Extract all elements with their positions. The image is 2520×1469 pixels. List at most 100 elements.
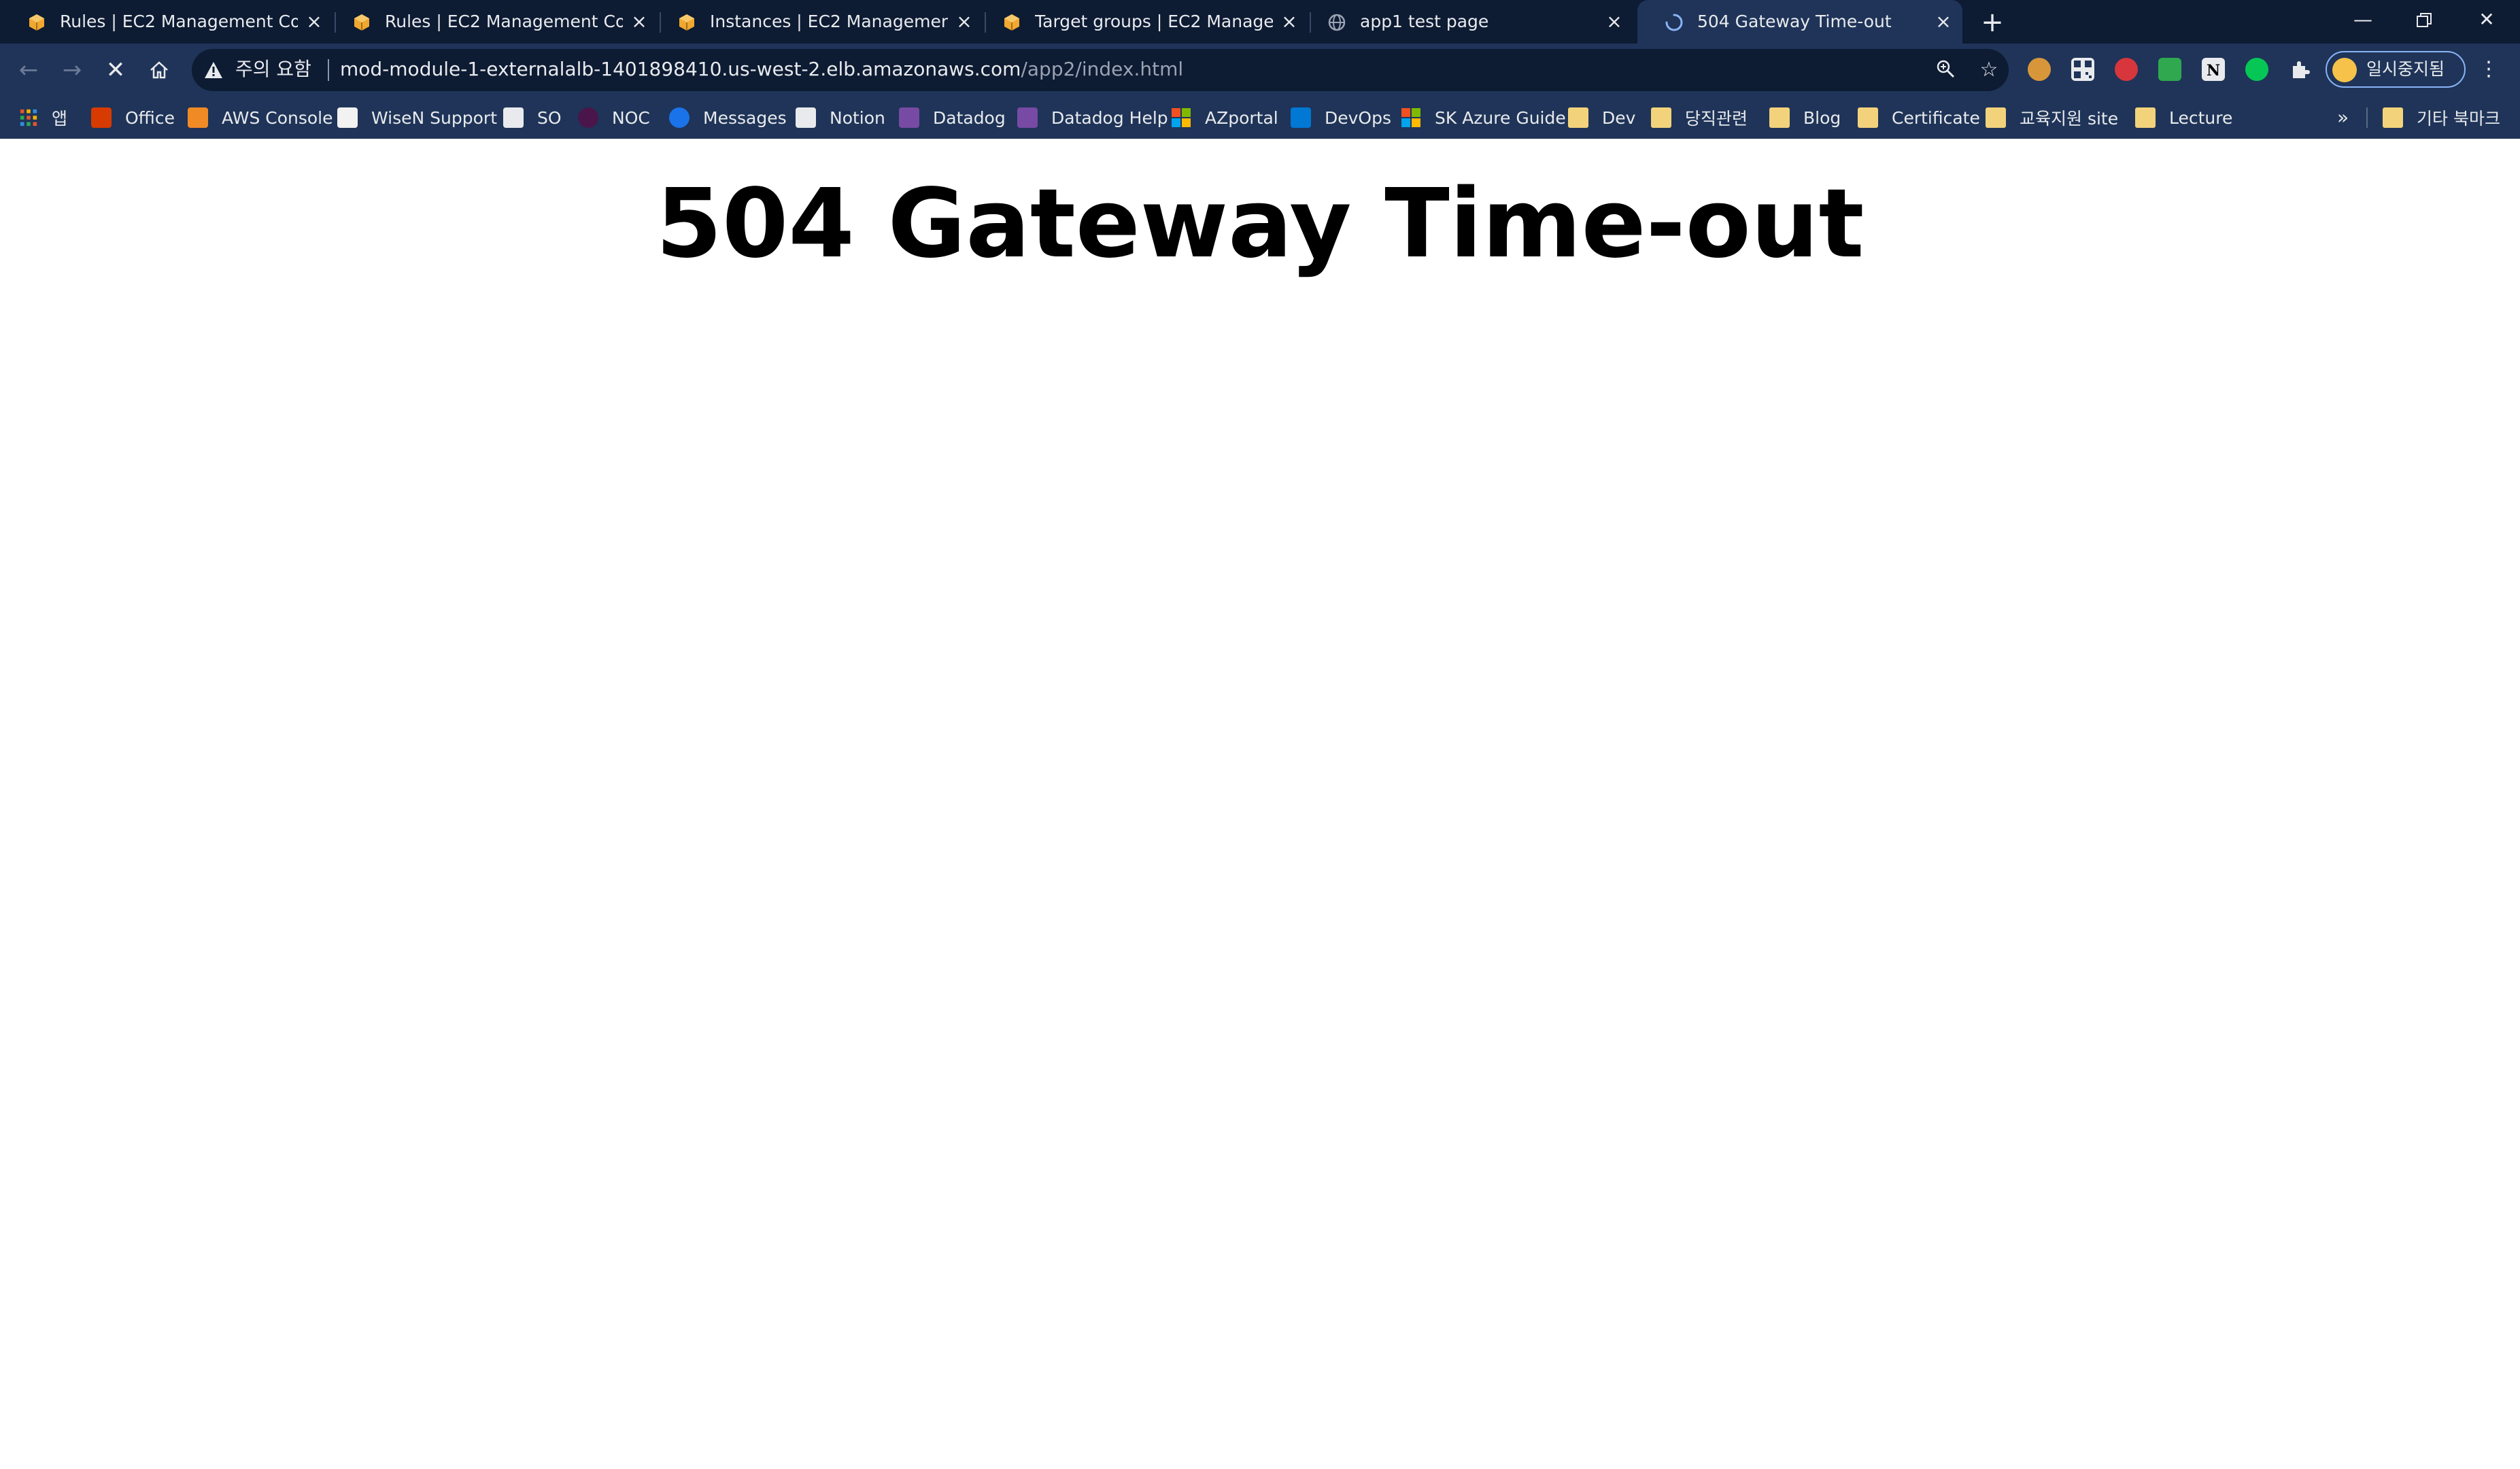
security-status-label[interactable]: 주의 요함	[235, 49, 311, 91]
aws-icon	[188, 107, 208, 128]
stop-loading-button[interactable]: ✕	[101, 55, 131, 85]
extensions-puzzle-icon[interactable]	[2289, 58, 2312, 81]
profile-status-label: 일시중지됨	[2366, 59, 2445, 79]
close-window-button[interactable]: ✕	[2456, 0, 2517, 44]
bookmark-folder-certificate[interactable]: Certificate	[1858, 97, 1980, 139]
azure-devops-icon	[1291, 107, 1311, 128]
bookmark-wisen-support[interactable]: WiseN Support	[337, 97, 497, 139]
bookmark-messages[interactable]: Messages	[669, 97, 787, 139]
folder-icon	[1986, 107, 2006, 128]
tab-title: Instances | EC2 Management Console	[710, 12, 948, 31]
messages-icon	[669, 107, 689, 128]
bookmark-office[interactable]: Office	[91, 97, 175, 139]
folder-icon	[1651, 107, 1671, 128]
home-button[interactable]	[144, 55, 174, 85]
restore-button[interactable]	[2394, 0, 2455, 44]
bookmark-folder-dev[interactable]: Dev	[1568, 97, 1635, 139]
tab-instances[interactable]: Instances | EC2 Management Console ×	[650, 0, 983, 44]
page-content: 504 Gateway Time-out	[0, 139, 2520, 1469]
close-icon[interactable]: ×	[1605, 12, 1624, 31]
profile-button[interactable]: 일시중지됨	[2326, 51, 2466, 88]
microsoft-icon	[1401, 108, 1420, 127]
page-title: 504 Gateway Time-out	[655, 169, 1865, 280]
browser-toolbar: ← → ✕ 주의 요함 mod-module-1-externalalb-140…	[0, 44, 2520, 97]
bookmark-label: NOC	[612, 107, 650, 128]
back-button[interactable]: ←	[14, 55, 44, 85]
qr-code-icon	[2074, 61, 2092, 78]
bookmark-aws-console[interactable]: AWS Console	[188, 97, 333, 139]
datadog-icon	[899, 107, 919, 128]
bookmark-notion[interactable]: Notion	[796, 97, 885, 139]
bookmark-label: Notion	[830, 107, 885, 128]
aws-cube-icon	[1004, 14, 1019, 31]
bookmark-apps[interactable]: 앱	[19, 97, 67, 139]
record-extension-icon[interactable]	[2115, 58, 2138, 81]
bookmark-azportal[interactable]: AZportal	[1171, 97, 1278, 139]
folder-icon	[1769, 107, 1790, 128]
other-bookmarks-folder[interactable]: 기타 북마크	[2383, 97, 2500, 139]
tab-app1-test-page[interactable]: app1 test page ×	[1300, 0, 1633, 44]
warning-icon[interactable]	[204, 61, 223, 79]
bookmark-folder-duty[interactable]: 당직관련	[1651, 97, 1748, 139]
omnibox-divider	[328, 59, 329, 81]
bookmark-label: Dev	[1602, 107, 1636, 128]
zoom-icon[interactable]	[1934, 58, 1957, 82]
microsoft-icon	[1172, 108, 1191, 127]
bookmark-label: Messages	[703, 107, 787, 128]
tab-title: 504 Gateway Time-out	[1697, 12, 1892, 31]
tab-504-gateway-timeout[interactable]: 504 Gateway Time-out ×	[1637, 0, 1962, 44]
globe-icon	[1328, 14, 1346, 31]
more-menu-icon[interactable]: ⋮	[2476, 57, 2501, 82]
puzzle-icon	[2293, 61, 2310, 78]
loading-spinner-icon	[1665, 14, 1683, 31]
line-extension-icon[interactable]	[2245, 58, 2268, 81]
bookmark-noc[interactable]: NOC	[578, 97, 650, 139]
other-bookmarks-label: 기타 북마크	[2417, 109, 2500, 129]
url-path: /app2/index.html	[1021, 58, 1184, 80]
magnifier-icon	[1937, 60, 1955, 78]
address-bar[interactable]: 주의 요함 mod-module-1-externalalb-140189841…	[192, 49, 2009, 91]
notion-extension-icon[interactable]: N	[2202, 58, 2225, 81]
tab-target-groups[interactable]: Target groups | EC2 Management Console ×	[975, 0, 1308, 44]
tab-rules-1[interactable]: Rules | EC2 Management Console ×	[0, 0, 333, 44]
bookmark-so[interactable]: SO	[503, 97, 562, 139]
close-icon[interactable]: ×	[1280, 12, 1299, 31]
close-icon[interactable]: ×	[955, 12, 974, 31]
bookmark-label: AZportal	[1205, 107, 1278, 128]
forward-button[interactable]: →	[57, 55, 87, 85]
bookmark-star-icon[interactable]: ☆	[1977, 58, 2000, 82]
home-icon	[150, 61, 168, 79]
aws-cube-icon	[354, 14, 369, 31]
bookmarks-overflow-chevron[interactable]: »	[2337, 97, 2349, 139]
close-icon[interactable]: ×	[305, 12, 324, 31]
folder-icon	[2135, 107, 2156, 128]
bookmark-label: Datadog Help	[1051, 107, 1168, 128]
bookmark-label: SO	[537, 107, 562, 128]
cookie-extension-icon[interactable]	[2028, 58, 2051, 81]
bookmark-datadog-help[interactable]: Datadog Help	[1017, 97, 1168, 139]
qr-code-extension-icon[interactable]	[2071, 58, 2094, 81]
close-icon[interactable]: ×	[630, 12, 649, 31]
wisen-icon	[337, 107, 358, 128]
so-icon	[503, 107, 524, 128]
tab-title: Rules | EC2 Management Console	[385, 12, 623, 31]
bookmark-folder-blog[interactable]: Blog	[1769, 97, 1841, 139]
bookmarks-divider	[2366, 107, 2368, 128]
datadog-icon	[1017, 107, 1038, 128]
bookmark-label: Office	[125, 107, 175, 128]
bookmark-folder-education[interactable]: 교육지원 site	[1986, 97, 2118, 139]
url-text[interactable]: mod-module-1-externalalb-1401898410.us-w…	[340, 49, 1183, 91]
minimize-button[interactable]: —	[2332, 0, 2394, 44]
bookmark-datadog[interactable]: Datadog	[899, 97, 1006, 139]
bookmark-folder-lecture[interactable]: Lecture	[2135, 97, 2232, 139]
green-extension-icon[interactable]	[2158, 58, 2181, 81]
apps-grid-icon	[20, 109, 37, 126]
tab-title: Rules | EC2 Management Console	[60, 12, 298, 31]
tab-rules-2[interactable]: Rules | EC2 Management Console ×	[325, 0, 658, 44]
new-tab-button[interactable]: +	[1979, 9, 2006, 37]
close-icon[interactable]: ×	[1934, 12, 1953, 31]
bookmark-devops[interactable]: DevOps	[1291, 97, 1391, 139]
bookmark-sk-azure-guide[interactable]: SK Azure Guide	[1401, 97, 1566, 139]
bookmark-label: Datadog	[933, 107, 1006, 128]
bookmark-label: 당직관련	[1685, 109, 1748, 129]
